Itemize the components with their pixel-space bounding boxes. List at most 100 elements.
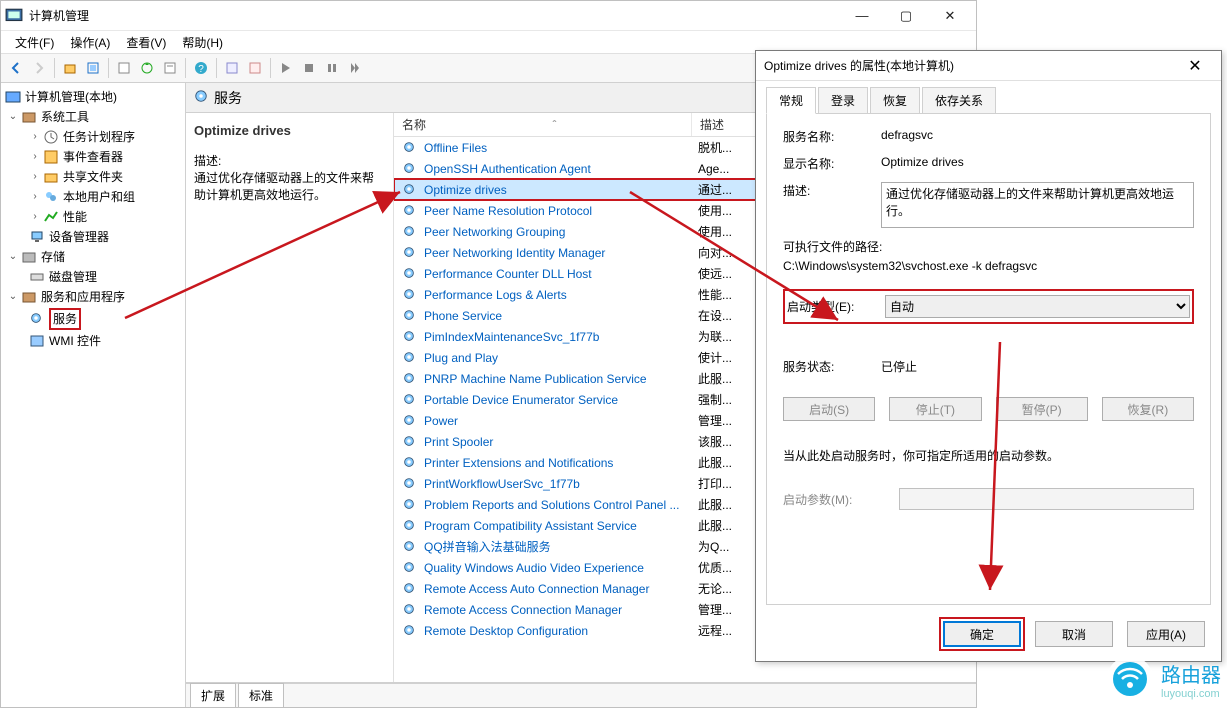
gear-icon — [402, 602, 418, 618]
tree-wmi[interactable]: WMI 控件 — [3, 331, 183, 351]
menu-help[interactable]: 帮助(H) — [174, 32, 231, 53]
gear-icon — [402, 476, 418, 492]
service-name: Peer Networking Grouping — [424, 225, 698, 239]
minimize-button[interactable]: — — [840, 2, 884, 30]
gear-icon — [29, 311, 45, 327]
dialog-title: Optimize drives 的属性(本地计算机) — [764, 57, 1177, 74]
help-button[interactable]: ? — [190, 57, 212, 79]
label-startup-type: 启动类型(E): — [787, 298, 885, 315]
service-name: Performance Logs & Alerts — [424, 288, 698, 302]
value-description[interactable]: 通过优化存储驱动器上的文件来帮助计算机更高效地运行。 — [881, 182, 1194, 228]
desc-text: 通过优化存储驱动器上的文件来帮助计算机更高效地运行。 — [194, 169, 385, 203]
gear-icon — [402, 434, 418, 450]
tree-services[interactable]: 服务 — [3, 307, 183, 331]
bottom-tabs: 扩展 标准 — [186, 683, 976, 707]
tab-general[interactable]: 常规 — [766, 87, 816, 114]
tree-root[interactable]: 计算机管理(本地) — [3, 87, 183, 107]
navigation-tree[interactable]: 计算机管理(本地) ⌄系统工具 ›任务计划程序 ›事件查看器 ›共享文件夹 ›本… — [1, 83, 186, 707]
service-name: Portable Device Enumerator Service — [424, 393, 698, 407]
tree-local-users[interactable]: ›本地用户和组 — [3, 187, 183, 207]
service-name: Remote Access Connection Manager — [424, 603, 698, 617]
titlebar: 计算机管理 — ▢ ✕ — [1, 1, 976, 31]
service-name: Peer Name Resolution Protocol — [424, 204, 698, 218]
cancel-button[interactable]: 取消 — [1035, 621, 1113, 647]
column-name[interactable]: 名称ˆ — [394, 113, 692, 136]
service-name: Remote Desktop Configuration — [424, 624, 698, 638]
maximize-button[interactable]: ▢ — [884, 2, 928, 30]
start-button[interactable]: 启动(S) — [783, 397, 875, 421]
resume-button[interactable]: 恢复(R) — [1102, 397, 1194, 421]
gear-icon — [402, 413, 418, 429]
tree-device-manager[interactable]: 设备管理器 — [3, 227, 183, 247]
tree-shared-folders[interactable]: ›共享文件夹 — [3, 167, 183, 187]
menu-view[interactable]: 查看(V) — [118, 32, 174, 53]
refresh-button[interactable] — [136, 57, 158, 79]
dialog-close-button[interactable]: ✕ — [1177, 54, 1213, 78]
stop-button[interactable] — [298, 57, 320, 79]
apply-button[interactable]: 应用(A) — [1127, 621, 1205, 647]
properties-button[interactable] — [159, 57, 181, 79]
watermark: 路由器 luyouqi.com — [1107, 656, 1221, 702]
tab-standard[interactable]: 标准 — [238, 683, 284, 707]
router-icon — [1107, 656, 1153, 702]
ok-button[interactable]: 确定 — [943, 621, 1021, 647]
svg-text:?: ? — [198, 64, 204, 75]
restart-button[interactable] — [344, 57, 366, 79]
tab-dependencies[interactable]: 依存关系 — [922, 87, 996, 114]
service-name: Phone Service — [424, 309, 698, 323]
menu-file[interactable]: 文件(F) — [7, 32, 62, 53]
tree-disk-management[interactable]: 磁盘管理 — [3, 267, 183, 287]
service-name: Power — [424, 414, 698, 428]
service-name: Remote Access Auto Connection Manager — [424, 582, 698, 596]
gear-icon — [402, 371, 418, 387]
tree-system-tools[interactable]: ⌄系统工具 — [3, 107, 183, 127]
up-button[interactable] — [59, 57, 81, 79]
label-service-name: 服务名称: — [783, 128, 881, 145]
service-properties-dialog: Optimize drives 的属性(本地计算机) ✕ 常规 登录 恢复 依存… — [755, 50, 1222, 662]
gear-icon — [402, 203, 418, 219]
service-name: Plug and Play — [424, 351, 698, 365]
tree-storage[interactable]: ⌄存储 — [3, 247, 183, 267]
show-hide-button[interactable] — [82, 57, 104, 79]
service-name: PNRP Machine Name Publication Service — [424, 372, 698, 386]
tree-services-apps[interactable]: ⌄服务和应用程序 — [3, 287, 183, 307]
label-description: 描述: — [783, 182, 881, 199]
stop-button[interactable]: 停止(T) — [889, 397, 981, 421]
gear-icon — [402, 623, 418, 639]
tab-recovery[interactable]: 恢复 — [870, 87, 920, 114]
forward-button[interactable] — [28, 57, 50, 79]
export-button[interactable] — [113, 57, 135, 79]
play-button[interactable] — [275, 57, 297, 79]
service-name: PrintWorkflowUserSvc_1f77b — [424, 477, 698, 491]
startup-params-input — [899, 488, 1194, 510]
tb-extra2[interactable] — [244, 57, 266, 79]
tab-logon[interactable]: 登录 — [818, 87, 868, 114]
tree-performance[interactable]: ›性能 — [3, 207, 183, 227]
gear-icon — [402, 308, 418, 324]
gear-icon — [402, 539, 418, 555]
back-button[interactable] — [5, 57, 27, 79]
gear-icon — [402, 497, 418, 513]
startup-type-select[interactable]: 自动 — [885, 295, 1190, 318]
value-display-name: Optimize drives — [881, 155, 1194, 169]
label-startup-params: 启动参数(M): — [783, 491, 899, 508]
service-name: Optimize drives — [424, 183, 698, 197]
service-name: Problem Reports and Solutions Control Pa… — [424, 498, 698, 512]
pause-button[interactable] — [321, 57, 343, 79]
menu-action[interactable]: 操作(A) — [62, 32, 118, 53]
tree-event-viewer[interactable]: ›事件查看器 — [3, 147, 183, 167]
startup-note: 当从此处启动服务时，你可指定所适用的启动参数。 — [783, 447, 1194, 464]
gear-icon — [402, 518, 418, 534]
dialog-buttons: 确定 取消 应用(A) — [756, 613, 1221, 661]
service-name: Printer Extensions and Notifications — [424, 456, 698, 470]
gear-icon — [402, 392, 418, 408]
service-name: Program Compatibility Assistant Service — [424, 519, 698, 533]
gear-icon — [402, 140, 418, 156]
startup-type-row: 启动类型(E): 自动 — [783, 289, 1194, 324]
tab-extended[interactable]: 扩展 — [190, 683, 236, 707]
tb-extra1[interactable] — [221, 57, 243, 79]
pause-button[interactable]: 暂停(P) — [996, 397, 1088, 421]
close-button[interactable]: ✕ — [928, 2, 972, 30]
service-name: Print Spooler — [424, 435, 698, 449]
tree-task-scheduler[interactable]: ›任务计划程序 — [3, 127, 183, 147]
